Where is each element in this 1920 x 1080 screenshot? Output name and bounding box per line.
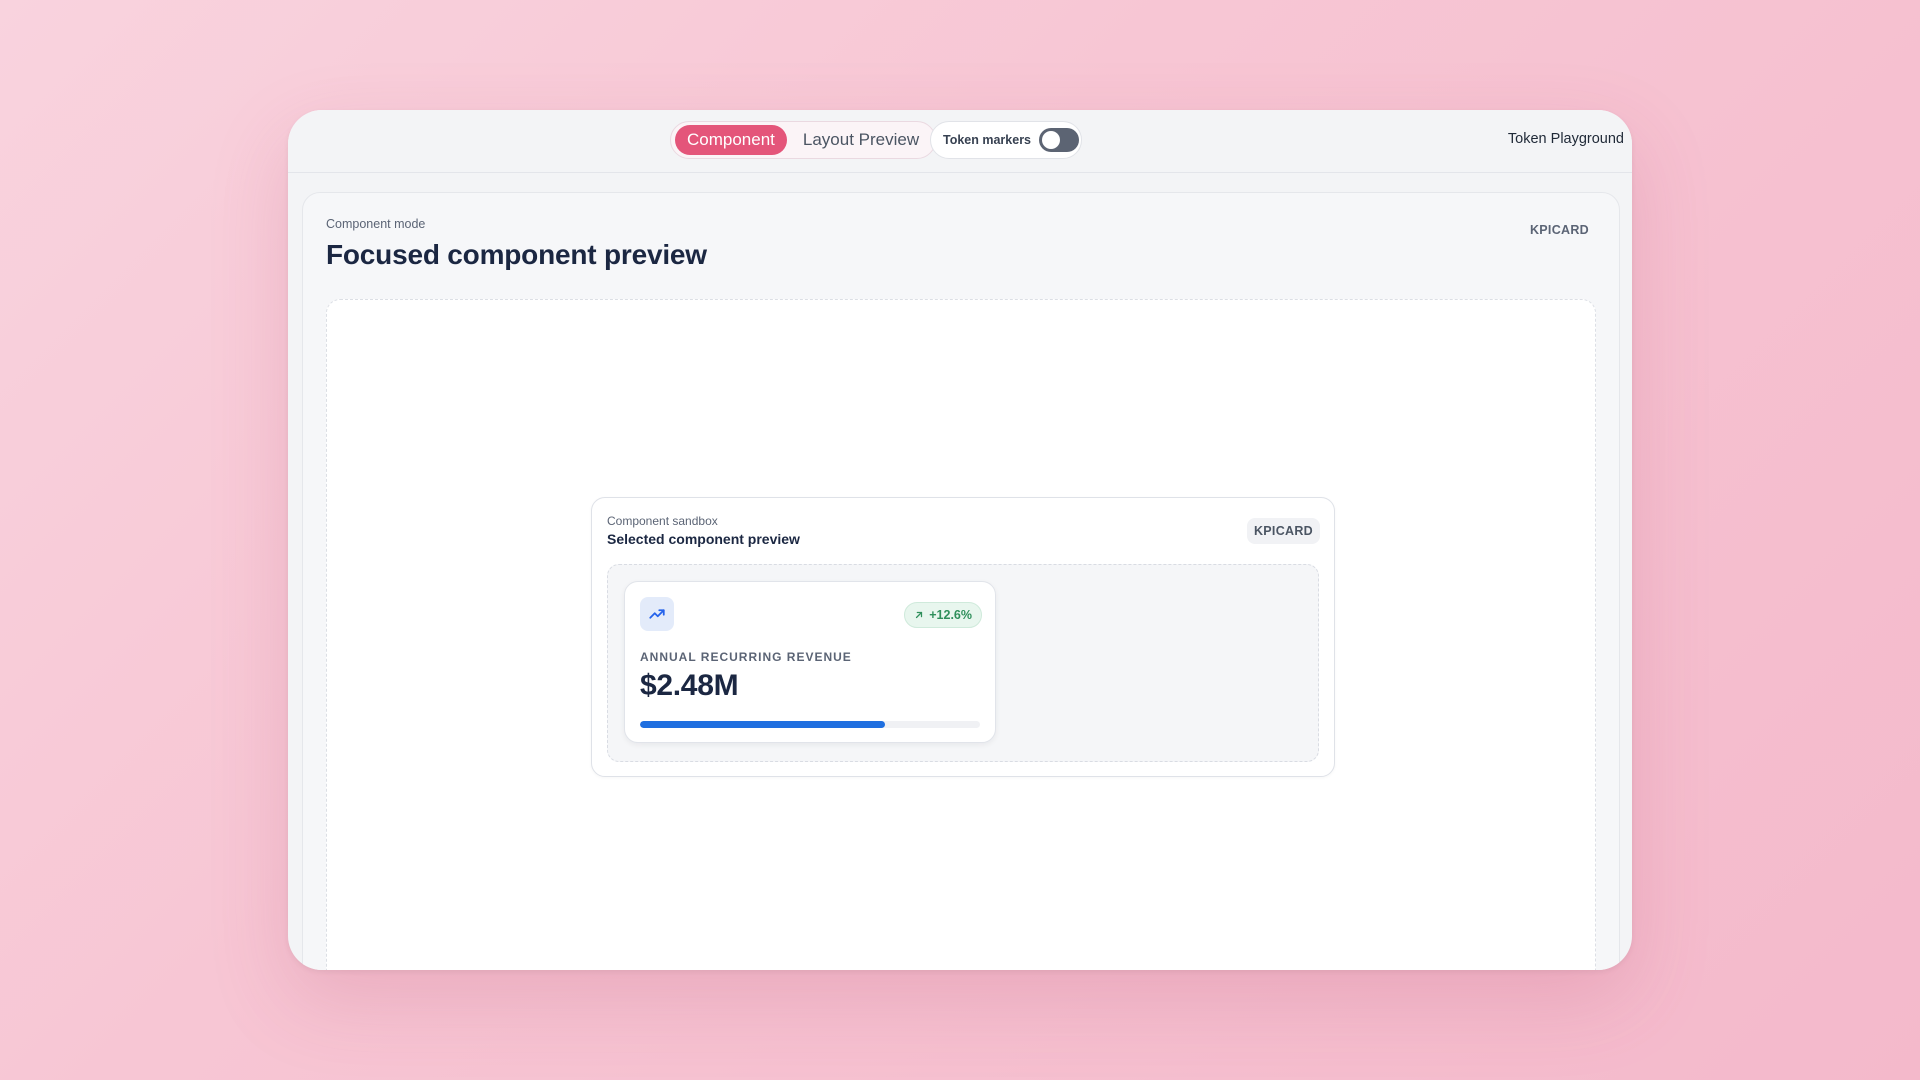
token-markers-control: Token markers xyxy=(930,121,1082,159)
tab-component[interactable]: Component xyxy=(675,125,787,155)
app-window: Component Layout Preview Token markers T… xyxy=(288,110,1632,970)
trending-up-icon xyxy=(640,597,674,631)
token-markers-toggle[interactable] xyxy=(1039,128,1080,152)
sandbox-canvas: +12.6% ANNUAL RECURRING REVENUE $2.48M xyxy=(607,564,1319,762)
sandbox-badge: KPICARD xyxy=(1246,518,1320,544)
component-badge: KPICARD xyxy=(1529,223,1589,237)
kpi-value: $2.48M xyxy=(640,669,739,702)
sandbox-label: Component sandbox xyxy=(607,514,718,528)
tab-layout-preview[interactable]: Layout Preview xyxy=(791,125,931,155)
mode-label: Component mode xyxy=(326,217,426,231)
component-sandbox: Component sandbox Selected component pre… xyxy=(591,497,1335,777)
preview-stage: Component sandbox Selected component pre… xyxy=(326,299,1596,970)
progress-track xyxy=(640,721,980,728)
sandbox-title: Selected component preview xyxy=(607,531,800,547)
page-title: Focused component preview xyxy=(326,239,707,270)
delta-value: +12.6% xyxy=(929,608,972,622)
top-bar: Component Layout Preview Token markers T… xyxy=(288,110,1632,173)
toggle-knob xyxy=(1042,131,1061,149)
token-markers-label: Token markers xyxy=(943,133,1032,147)
mode-switcher: Component Layout Preview xyxy=(670,121,937,159)
app-brand: Token Playground xyxy=(1507,131,1624,147)
arrow-up-right-icon xyxy=(914,610,924,620)
delta-badge: +12.6% xyxy=(904,602,982,628)
progress-fill xyxy=(640,721,885,728)
kpi-label: ANNUAL RECURRING REVENUE xyxy=(640,650,852,664)
kpi-card[interactable]: +12.6% ANNUAL RECURRING REVENUE $2.48M xyxy=(624,581,996,743)
preview-panel: Component mode Focused component preview… xyxy=(302,192,1620,970)
